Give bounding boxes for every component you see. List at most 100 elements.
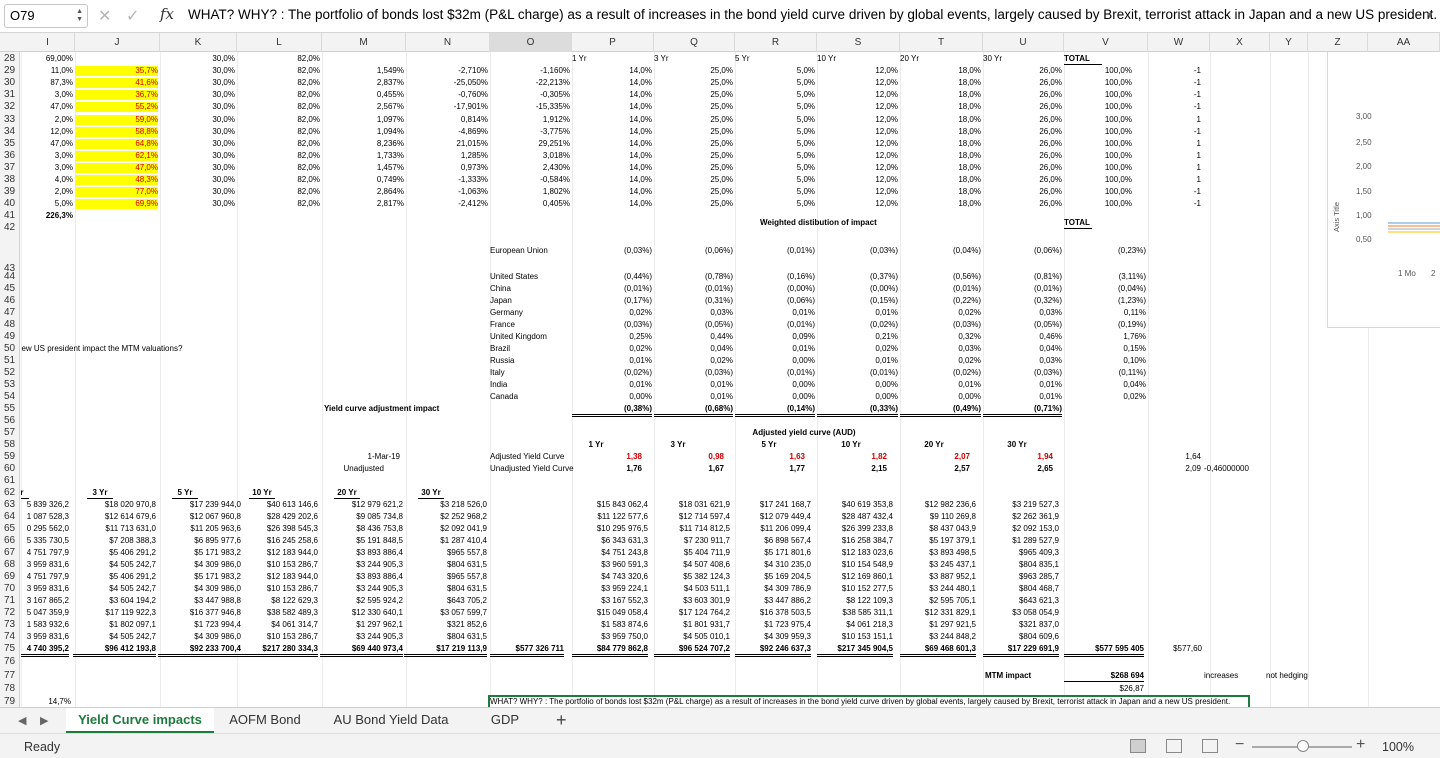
cell[interactable]: $2 595 705,1 <box>900 596 976 606</box>
cell[interactable]: 0,10% <box>1064 356 1146 366</box>
cell[interactable]: 26,0% <box>983 187 1062 197</box>
cell[interactable]: 12,0% <box>817 139 898 149</box>
cell[interactable]: 47,0% <box>21 102 73 112</box>
cell[interactable]: $4 505 242,7 <box>73 584 156 594</box>
cell[interactable]: $12 330 640,1 <box>320 608 403 618</box>
cell[interactable]: Unadjusted <box>322 464 384 474</box>
row-header-53[interactable]: 53 <box>0 379 20 390</box>
cell[interactable]: 5,0% <box>735 139 815 149</box>
cell[interactable]: 100,0% <box>1064 78 1132 88</box>
cell[interactable]: $4 743 320,6 <box>572 572 648 582</box>
cell[interactable]: 0,01% <box>735 308 815 318</box>
cell[interactable]: 1 Yr <box>21 488 29 499</box>
cell[interactable]: 14,0% <box>572 151 652 161</box>
cell[interactable]: 0,02% <box>900 356 981 366</box>
cell[interactable]: 26,0% <box>983 151 1062 161</box>
cell[interactable]: $17 239 944,0 <box>158 500 241 510</box>
cell[interactable]: 0,02% <box>817 344 898 354</box>
cell[interactable]: 100,0% <box>1064 90 1132 100</box>
row-header-32[interactable]: 32 <box>0 101 20 112</box>
cell[interactable]: $217 280 334,3 <box>235 644 318 657</box>
cell[interactable]: 62,1% <box>75 150 158 161</box>
row-header-54[interactable]: 54 <box>0 391 20 402</box>
cell[interactable]: $7 208 388,3 <box>73 536 156 546</box>
cell[interactable]: $1 583 874,6 <box>572 620 648 630</box>
cell[interactable]: 18,0% <box>900 78 981 88</box>
cell[interactable]: $3 893 886,4 <box>320 572 403 582</box>
cell[interactable]: 26,0% <box>983 139 1062 149</box>
cell[interactable]: $4 751 243,8 <box>572 548 648 558</box>
cell[interactable]: increases <box>1204 671 1257 681</box>
cell[interactable]: 0,04% <box>983 344 1062 354</box>
cell[interactable]: $3 244 848,2 <box>900 632 976 642</box>
cell[interactable]: 5 839 326,2 <box>21 500 69 510</box>
cell[interactable]: (0,01%) <box>572 284 652 294</box>
cell[interactable]: $96 524 707,2 <box>654 644 730 657</box>
cell[interactable]: $965 557,8 <box>404 572 487 582</box>
cell[interactable]: 1 087 528,3 <box>21 512 69 522</box>
cell[interactable]: (0,06%) <box>983 246 1062 256</box>
row-header-34[interactable]: 34 <box>0 126 20 137</box>
cell[interactable]: 0 295 562,0 <box>21 524 69 534</box>
row-header-36[interactable]: 36 <box>0 150 20 161</box>
cell[interactable]: United Kingdom <box>490 332 573 342</box>
cell[interactable]: 2,0% <box>21 187 73 197</box>
column-header-p[interactable]: P <box>572 33 654 52</box>
cell[interactable]: 1,63 <box>735 452 805 462</box>
cell[interactable]: 2,65 <box>983 464 1053 474</box>
cell[interactable]: 3 959 831,6 <box>21 584 69 594</box>
cell[interactable]: 30,0% <box>160 199 235 209</box>
cell[interactable]: $3 893 886,4 <box>320 548 403 558</box>
cell[interactable]: 25,0% <box>654 151 733 161</box>
cell[interactable]: $12 183 944,0 <box>235 548 318 558</box>
row-header-38[interactable]: 38 <box>0 174 20 185</box>
row-header-74[interactable]: 74 <box>0 631 20 642</box>
cell[interactable]: $12 079 449,4 <box>735 512 811 522</box>
cell[interactable]: 25,0% <box>654 115 733 125</box>
cell[interactable]: $643 621,3 <box>983 596 1059 606</box>
name-box[interactable]: O79 ▲ ▼ <box>4 4 88 28</box>
cell[interactable]: (0,02%) <box>817 320 898 330</box>
cell[interactable]: 18,0% <box>900 187 981 197</box>
cell[interactable]: $3 218 526,0 <box>404 500 487 510</box>
cell[interactable]: $3 219 527,3 <box>983 500 1059 510</box>
cell[interactable]: $3 959 750,0 <box>572 632 648 642</box>
cell[interactable]: 69,00% <box>21 54 73 64</box>
row-header-64[interactable]: 64 <box>0 511 20 522</box>
cell[interactable]: 0,01% <box>572 356 652 366</box>
cell[interactable]: (0,03%) <box>817 246 898 256</box>
cell[interactable]: $84 779 862,8 <box>572 644 648 657</box>
cell[interactable]: $804 468,7 <box>983 584 1059 594</box>
cell[interactable]: new US president impact the MTM valuatio… <box>21 344 215 354</box>
cell[interactable]: 12,0% <box>817 151 898 161</box>
cell[interactable]: Adjusted yield curve (AUD) <box>725 428 883 438</box>
cell[interactable]: 29,251% <box>490 139 570 149</box>
cell[interactable]: Adjusted Yield Curve <box>490 452 573 462</box>
cell[interactable]: 18,0% <box>900 127 981 137</box>
cell[interactable]: 12,0% <box>817 163 898 173</box>
row-header-46[interactable]: 46 <box>0 295 20 306</box>
cell[interactable]: (0,14%) <box>735 404 815 417</box>
row-header-55[interactable]: 55 <box>0 403 20 414</box>
cell[interactable]: -4,869% <box>406 127 488 137</box>
cell[interactable]: 1,912% <box>490 115 570 125</box>
page-layout-view-icon[interactable] <box>1166 739 1182 753</box>
cell[interactable]: 0,11% <box>1064 308 1146 318</box>
cell[interactable]: 0,01% <box>735 344 815 354</box>
cell[interactable]: 30,0% <box>160 151 235 161</box>
cell[interactable]: 82,0% <box>237 163 320 173</box>
cell[interactable]: $4 310 235,0 <box>735 560 811 570</box>
cell[interactable]: $3 960 591,3 <box>572 560 648 570</box>
row-header-47[interactable]: 47 <box>0 307 20 318</box>
cell[interactable]: (0,23%) <box>1064 246 1146 256</box>
cell[interactable]: 2,0% <box>21 115 73 125</box>
cell[interactable]: (1,23%) <box>1064 296 1146 306</box>
cell[interactable]: 100,0% <box>1064 175 1132 185</box>
cell[interactable]: Russia <box>490 356 573 366</box>
cell[interactable]: 1-Mar-19 <box>322 452 400 462</box>
cell[interactable]: $2 092 153,0 <box>983 524 1059 534</box>
cell[interactable]: 82,0% <box>237 66 320 76</box>
cell[interactable]: 1 <box>1148 139 1201 149</box>
cell[interactable]: (0,38%) <box>572 404 652 417</box>
column-header-r[interactable]: R <box>735 33 817 52</box>
